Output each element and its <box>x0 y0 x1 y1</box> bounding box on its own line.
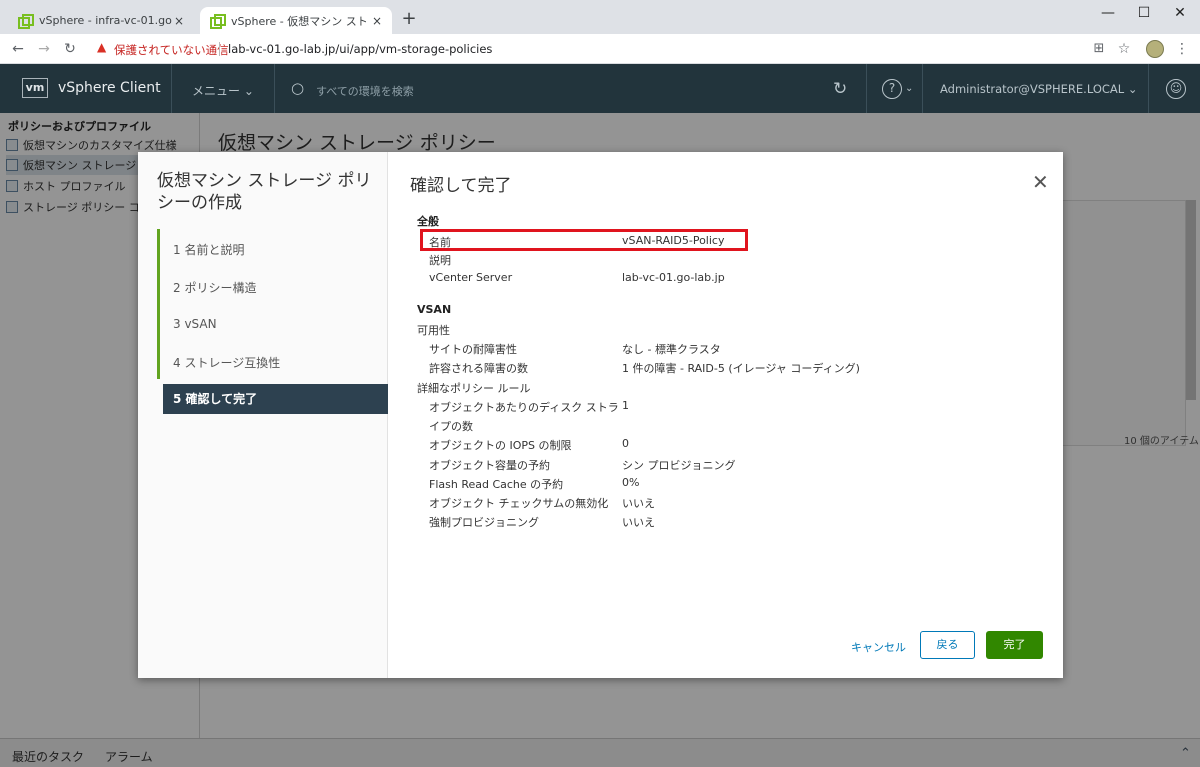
browser-tab-2-active[interactable]: vSphere - 仮想マシン ストレージ ポリ × <box>200 7 392 34</box>
tab-close-icon[interactable]: × <box>370 14 384 28</box>
vcenter-value: lab-vc-01.go-lab.jp <box>622 271 725 284</box>
ftt-label: 許容される障害の数 <box>429 362 528 375</box>
create-policy-wizard: 仮想マシン ストレージ ポリシーの作成 1 名前と説明 2 ポリシー構造 3 v… <box>138 152 1063 678</box>
stripes-value: 1 <box>622 399 629 412</box>
vsan-heading: VSAN <box>417 303 452 316</box>
bookmark-star-icon[interactable]: ☆ <box>1114 39 1134 59</box>
panel-title: 確認して完了 <box>410 176 512 196</box>
description-label: 説明 <box>429 254 451 267</box>
header-divider <box>171 64 172 113</box>
tab-close-icon[interactable]: × <box>172 14 186 28</box>
vcenter-label: vCenter Server <box>429 271 513 284</box>
step-progress-line <box>157 229 160 379</box>
checksum-label: オブジェクト チェックサムの無効化 <box>429 497 609 510</box>
checksum-value: いいえ <box>622 497 655 510</box>
finish-button[interactable]: 完了 <box>986 631 1043 659</box>
flash-cache-value: 0% <box>622 476 640 489</box>
forward-arrow-icon[interactable]: → <box>34 39 54 59</box>
highlight-box <box>420 229 748 251</box>
header-divider <box>866 64 867 113</box>
new-tab-button[interactable]: + <box>398 8 420 30</box>
global-search-input[interactable]: すべての環境を検索 <box>316 83 414 99</box>
stripes-label: オブジェクトあたりのディスク ストラ <box>429 401 619 414</box>
header-divider <box>1148 64 1149 113</box>
flash-cache-label: Flash Read Cache の予約 <box>429 478 564 491</box>
step-5-active[interactable]: 5 確認して完了 <box>163 384 388 414</box>
force-provisioning-value: いいえ <box>622 516 655 529</box>
tab-title: vSphere - infra-vc-01.go-lab.jp - <box>39 14 172 27</box>
close-icon[interactable]: ✕ <box>1032 172 1049 192</box>
vsphere-favicon-icon <box>18 13 34 29</box>
search-icon[interactable]: ○ <box>291 80 307 96</box>
reservation-label: オブジェクト容量の予約 <box>429 459 550 472</box>
browser-tab-1[interactable]: vSphere - infra-vc-01.go-lab.jp - × <box>8 7 194 34</box>
availability-heading: 可用性 <box>417 324 450 337</box>
tab-title: vSphere - 仮想マシン ストレージ ポリ <box>231 14 370 28</box>
ftt-value: 1 件の障害 - RAID-5 (イレージャ コーディング) <box>622 362 860 375</box>
vmware-logo-icon: vm <box>22 78 48 98</box>
step-3[interactable]: 3 vSAN <box>173 317 217 331</box>
security-status[interactable]: 保護されていない通信 <box>114 42 229 58</box>
warning-icon[interactable]: ▲ <box>97 41 109 53</box>
header-divider <box>274 64 275 113</box>
wizard-steps-panel <box>138 152 388 678</box>
user-menu[interactable]: Administrator@VSPHERE.LOCAL ⌄ <box>940 82 1137 96</box>
site-ft-value: なし - 標準クラスタ <box>622 343 721 356</box>
help-icon[interactable]: ? <box>882 79 902 99</box>
site-ft-label: サイトの耐障害性 <box>429 343 517 356</box>
translate-icon[interactable]: ⊞ <box>1089 39 1109 59</box>
url-separator <box>219 42 220 56</box>
app-name: vSphere Client <box>58 80 161 96</box>
chevron-down-icon[interactable]: ⌄ <box>905 83 913 94</box>
stripes-label-cont: イプの数 <box>429 420 473 433</box>
window-close-button[interactable]: ✕ <box>1157 0 1200 28</box>
iops-label: オブジェクトの IOPS の制限 <box>429 439 572 452</box>
cancel-button[interactable]: キャンセル <box>851 639 906 655</box>
browser-menu-icon[interactable]: ⋮ <box>1172 39 1192 59</box>
profile-avatar[interactable] <box>1146 40 1164 58</box>
general-heading: 全般 <box>417 215 439 228</box>
reload-icon[interactable]: ↻ <box>60 39 80 59</box>
vsphere-favicon-icon <box>210 13 226 29</box>
step-1[interactable]: 1 名前と説明 <box>173 241 244 258</box>
step-2[interactable]: 2 ポリシー構造 <box>173 279 256 296</box>
back-button[interactable]: 戻る <box>920 631 975 659</box>
step-4[interactable]: 4 ストレージ互換性 <box>173 354 280 371</box>
advanced-rules-heading: 詳細なポリシー ルール <box>417 382 531 395</box>
back-arrow-icon[interactable]: ← <box>8 39 28 59</box>
menu-dropdown[interactable]: メニュー ⌄ <box>192 82 254 99</box>
reservation-value: シン プロビジョニング <box>622 459 736 472</box>
url-text[interactable]: lab-vc-01.go-lab.jp/ui/app/vm-storage-po… <box>228 42 492 56</box>
wizard-title: 仮想マシン ストレージ ポリシーの作成 <box>157 171 372 213</box>
header-divider <box>922 64 923 113</box>
feedback-smiley-icon[interactable]: ☺ <box>1166 79 1186 99</box>
iops-value: 0 <box>622 437 629 450</box>
refresh-icon[interactable]: ↻ <box>833 79 853 99</box>
force-provisioning-label: 強制プロビジョニング <box>429 516 539 529</box>
